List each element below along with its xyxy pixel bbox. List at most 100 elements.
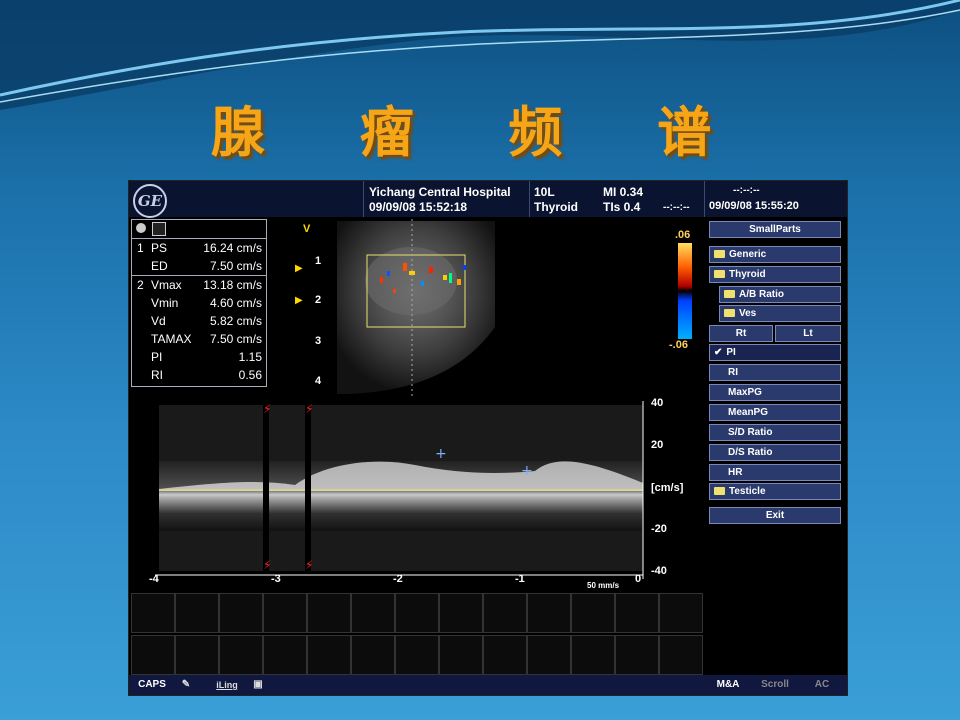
measurement-value: 1.15 [238,350,262,364]
menu-item-ri[interactable]: RI [709,364,841,381]
iling-button[interactable]: iLing [209,677,245,693]
rt-button[interactable]: Rt [709,325,773,342]
svg-text:⚡: ⚡ [263,402,271,416]
svg-text:+: + [435,446,447,462]
focus-arrow-icon: ▶ [295,295,303,306]
hospital-name: Yichang Central Hospital [369,185,511,199]
cine-thumbnail[interactable] [615,635,659,675]
menu-item-meanpg[interactable]: MeanPG [709,404,841,421]
measurement-value: 13.18 cm/s [203,278,262,292]
cine-thumbnail[interactable] [131,635,175,675]
depth-label: 3 [315,335,322,347]
exam-datetime: 09/09/08 15:52:18 [369,200,468,214]
cine-thumbnail-grid [131,593,703,677]
measurement-panel: 1 PS 16.24 cm/s ED 7.50 cm/s 2 Vmax 13.18 cm/s V… [131,219,267,387]
menu-folder-ab-ratio[interactable]: A/B Ratio [719,286,841,303]
measurement-value: 7.50 cm/s [209,332,262,346]
cine-thumbnail[interactable] [483,635,527,675]
menu-folder-thyroid[interactable]: Thyroid [709,266,841,283]
header-bar: GE Yichang Central Hospital 09/09/08 15:… [129,181,847,218]
depth-label: 2 [315,294,322,306]
mi-value: MI 0.34 [603,185,644,199]
menu-item-hr[interactable]: HR [709,464,841,481]
svg-text:⚡: ⚡ [305,402,313,416]
measurement-row: TAMAX 7.50 cm/s [132,330,266,348]
lt-button[interactable]: Lt [775,325,841,342]
depth-label: 1 [315,255,322,267]
cine-thumbnail[interactable] [659,635,703,675]
cine-thumbnail[interactable] [571,593,615,633]
velocity-tick-label: -40 [651,565,667,577]
cine-thumbnail[interactable] [263,635,307,675]
ultrasound-screen: GE Yichang Central Hospital 09/09/08 15:… [128,180,848,696]
measurement-row: RI 0.56 [132,366,266,384]
measurement-name: Vmin [151,296,179,310]
cine-thumbnail[interactable] [219,635,263,675]
measurement-row: 1 PS 16.24 cm/s [132,239,266,257]
cine-thumbnail[interactable] [395,593,439,633]
cine-thumbnail[interactable] [483,593,527,633]
measurement-value: 0.56 [238,368,262,382]
cine-thumbnail[interactable] [263,593,307,633]
svg-text:⚡: ⚡ [305,558,313,572]
folder-icon [714,270,725,279]
clock-dashes: --:--:-- [733,185,760,196]
menu-item-d-s-ratio[interactable]: D/S Ratio [709,444,841,461]
measurement-value: 16.24 cm/s [203,241,262,255]
cine-thumbnail[interactable] [395,635,439,675]
measurement-name: ED [151,259,168,273]
folder-icon [724,290,735,299]
menu-folder-generic[interactable]: Generic [709,246,841,263]
tis-value: TIs 0.4 [603,200,641,214]
ma-button[interactable]: M&A [707,677,749,693]
ac-button[interactable]: AC [801,677,843,693]
bmode-image [337,219,495,397]
cine-thumbnail[interactable] [439,635,483,675]
smallparts-header[interactable]: SmallParts [709,221,841,238]
cine-thumbnail[interactable] [527,635,571,675]
exit-button[interactable]: Exit [709,507,841,524]
cine-thumbnail[interactable] [175,593,219,633]
menu-item-pi[interactable]: ✔ PI [709,344,841,361]
measurement-index: 2 [137,278,144,292]
time-tick-label: -2 [393,573,403,585]
cine-thumbnail[interactable] [571,635,615,675]
folder-icon [724,309,735,318]
cine-thumbnail[interactable] [439,593,483,633]
caps-indicator[interactable]: CAPS [133,677,171,693]
cine-thumbnail[interactable] [527,593,571,633]
cine-thumbnail[interactable] [615,593,659,633]
menu-folder-testicle[interactable]: Testicle [709,483,841,500]
network-icon[interactable]: ▣ [249,677,267,693]
cine-thumbnail[interactable] [307,593,351,633]
bottom-status-bar: CAPS ✎ iLing ▣ M&A Scroll AC [129,675,847,695]
folder-icon [714,250,725,259]
menu-item-s-d-ratio[interactable]: S/D Ratio [709,424,841,441]
measurement-value: 4.60 cm/s [209,296,262,310]
cine-thumbnail[interactable] [351,593,395,633]
cine-thumbnail[interactable] [307,635,351,675]
scroll-button[interactable]: Scroll [753,677,797,693]
wrench-icon[interactable]: ✎ [177,677,195,693]
cine-thumbnail[interactable] [219,593,263,633]
menu-folder-ves[interactable]: Ves [719,305,841,322]
cine-thumbnail[interactable] [659,593,703,633]
probe-label: 10L [534,185,555,199]
velocity-tick-label: 20 [651,439,664,451]
velocity-tick-label: 40 [651,397,664,409]
focus-arrow-icon: ▶ [295,263,303,274]
checkmark-icon: ✔ [714,347,723,358]
svg-text:+: + [521,463,533,479]
measurement-name: RI [151,368,163,382]
measurement-name: Vd [151,314,166,328]
menu-item-maxpg[interactable]: MaxPG [709,384,841,401]
cine-thumbnail[interactable] [175,635,219,675]
time-tick-label: -1 [515,573,525,585]
ge-logo-icon: GE [133,184,167,218]
color-scale-bar [678,243,692,339]
measurement-name: Vmax [151,278,182,292]
cine-thumbnail[interactable] [351,635,395,675]
cine-thumbnail[interactable] [131,593,175,633]
current-datetime: 09/09/08 15:55:20 [709,200,799,212]
orientation-marker: V [303,223,311,235]
